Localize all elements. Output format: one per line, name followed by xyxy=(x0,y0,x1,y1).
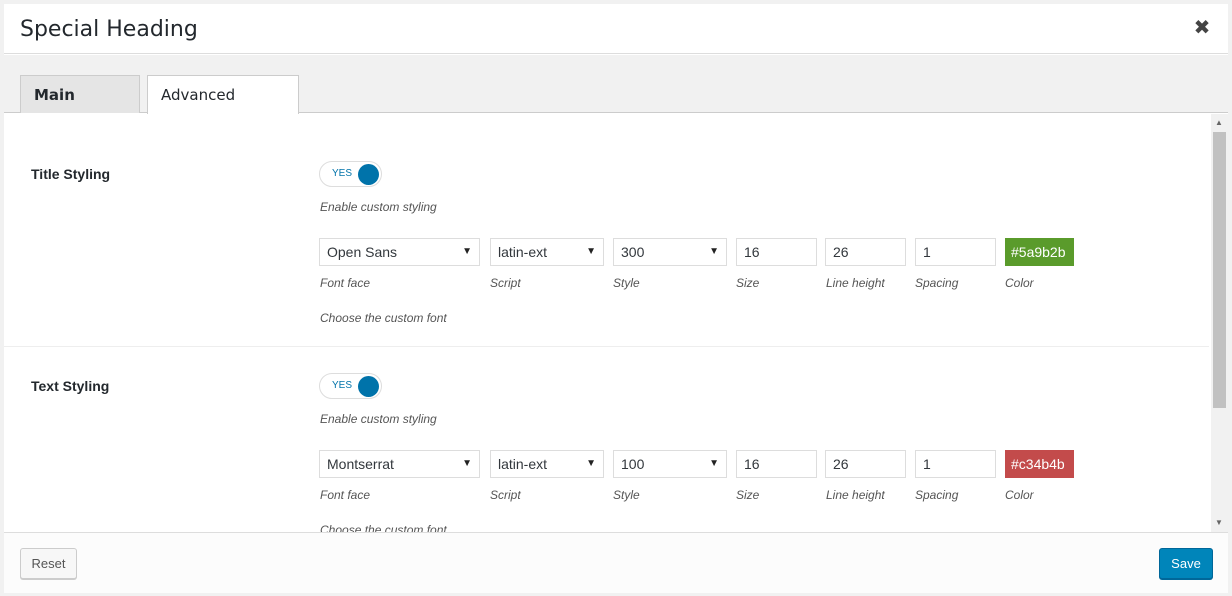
line-height-label: Line height xyxy=(826,488,885,502)
line-height-input[interactable]: 26 xyxy=(825,238,906,266)
size-input[interactable]: 16 xyxy=(736,450,817,478)
scroll-down-icon[interactable]: ▼ xyxy=(1215,518,1223,527)
size-input[interactable]: 16 xyxy=(736,238,817,266)
chevron-down-icon: ▼ xyxy=(586,246,596,257)
chevron-down-icon: ▼ xyxy=(709,246,719,257)
tab-bar: Main Options Advanced Options xyxy=(4,55,1228,142)
scroll-up-icon[interactable]: ▲ xyxy=(1215,118,1223,127)
style-value: 100 xyxy=(621,456,645,472)
modal-footer: Reset Save xyxy=(4,532,1228,593)
toggle-knob xyxy=(358,376,379,397)
toggle-text: YES xyxy=(332,380,353,391)
save-button[interactable]: Save xyxy=(1159,548,1213,579)
section-label: Title Styling xyxy=(31,166,111,182)
style-value: 300 xyxy=(621,244,645,260)
toggle-knob xyxy=(358,164,379,185)
modal-title: Special Heading xyxy=(20,17,198,42)
vertical-scrollbar[interactable]: ▲ ▼ xyxy=(1211,114,1228,532)
font-face-value: Montserrat xyxy=(327,456,394,472)
font-face-select[interactable]: Open Sans ▼ xyxy=(319,238,480,266)
script-value: latin-ext xyxy=(498,244,548,260)
color-label: Color xyxy=(1005,276,1034,290)
spacing-input[interactable]: 1 xyxy=(915,450,996,478)
color-label: Color xyxy=(1005,488,1034,502)
font-face-select[interactable]: Montserrat ▼ xyxy=(319,450,480,478)
line-height-label: Line height xyxy=(826,276,885,290)
script-label: Script xyxy=(490,488,521,502)
font-face-value: Open Sans xyxy=(327,244,398,260)
section-label: Text Styling xyxy=(31,378,110,394)
tab-main-options[interactable]: Main Options xyxy=(20,75,140,142)
style-label: Style xyxy=(613,488,640,502)
font-face-label: Font face xyxy=(320,276,371,290)
line-height-input[interactable]: 26 xyxy=(825,450,906,478)
color-picker[interactable]: #c34b4b xyxy=(1005,450,1074,478)
options-content: Title Styling YES Enable custom styling … xyxy=(4,114,1228,532)
spacing-label: Spacing xyxy=(915,276,959,290)
style-select[interactable]: 100 ▼ xyxy=(613,450,727,478)
style-select[interactable]: 300 ▼ xyxy=(613,238,727,266)
script-label: Script xyxy=(490,276,521,290)
close-icon[interactable]: ✖ xyxy=(1190,16,1214,40)
chevron-down-icon: ▼ xyxy=(462,458,472,469)
section-title-styling: Title Styling YES Enable custom styling … xyxy=(4,114,1209,346)
reset-button[interactable]: Reset xyxy=(20,548,77,579)
text-styling-toggle[interactable]: YES xyxy=(319,373,382,399)
font-face-label: Font face xyxy=(320,488,371,502)
spacing-input[interactable]: 1 xyxy=(915,238,996,266)
size-label: Size xyxy=(736,276,760,290)
toggle-text: YES xyxy=(332,168,353,179)
chevron-down-icon: ▼ xyxy=(709,458,719,469)
script-select[interactable]: latin-ext ▼ xyxy=(490,450,604,478)
color-picker[interactable]: #5a9b2b xyxy=(1005,238,1074,266)
section-text-styling: Text Styling YES Enable custom styling M… xyxy=(4,347,1209,532)
title-styling-toggle[interactable]: YES xyxy=(319,161,382,187)
font-description: Choose the custom font xyxy=(320,523,447,532)
toggle-description: Enable custom styling xyxy=(320,200,437,214)
modal-header: Special Heading ✖ xyxy=(4,4,1228,54)
script-value: latin-ext xyxy=(498,456,548,472)
special-heading-modal: Special Heading ✖ Main Options Advanced … xyxy=(4,4,1228,593)
chevron-down-icon: ▼ xyxy=(586,458,596,469)
chevron-down-icon: ▼ xyxy=(462,246,472,257)
tab-advanced-options[interactable]: Advanced Options xyxy=(147,75,299,142)
toggle-description: Enable custom styling xyxy=(320,412,437,426)
font-description: Choose the custom font xyxy=(320,311,447,325)
script-select[interactable]: latin-ext ▼ xyxy=(490,238,604,266)
scroll-thumb[interactable] xyxy=(1213,132,1226,408)
size-label: Size xyxy=(736,488,760,502)
spacing-label: Spacing xyxy=(915,488,959,502)
style-label: Style xyxy=(613,276,640,290)
